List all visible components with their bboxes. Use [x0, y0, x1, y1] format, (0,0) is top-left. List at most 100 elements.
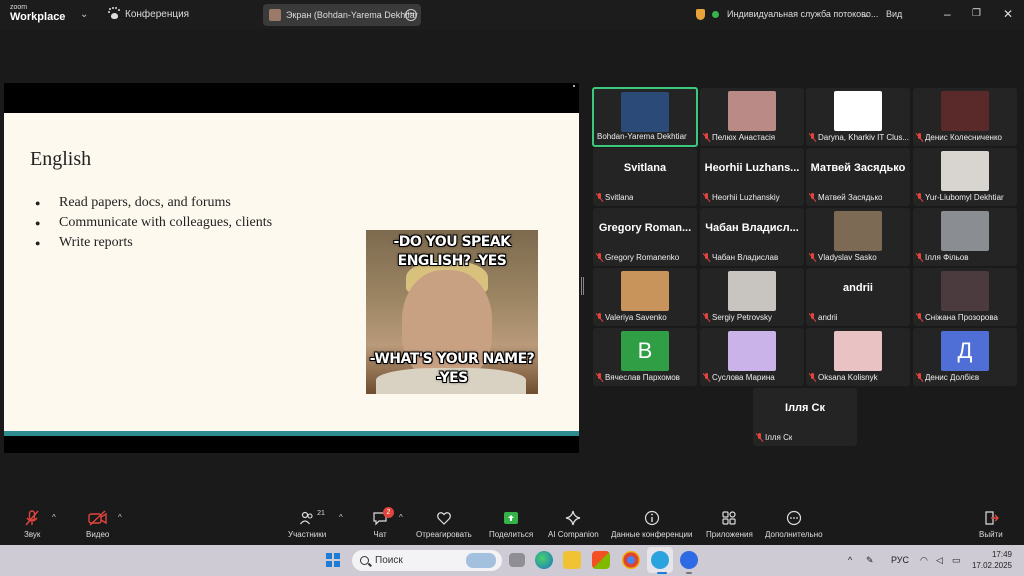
participant-tile[interactable]: Д Денис Долбієв — [913, 328, 1017, 386]
participant-tile[interactable]: Матвей Засядько Матвей Засядько — [806, 148, 910, 206]
participant-tile[interactable]: Vladyslav Sasko — [806, 208, 910, 266]
restore-icon[interactable]: ❐ — [972, 8, 981, 19]
participant-name: Valeriya Savenko — [605, 313, 667, 322]
screen-share-tab[interactable]: Экран (Bohdan-Yarema Dekhtiar ••• — [263, 4, 421, 26]
participant-name-bar: Вячеслав Пархомов — [596, 373, 680, 382]
participant-tile[interactable]: Ілля Фільов — [913, 208, 1017, 266]
mic-muted-icon — [596, 313, 603, 322]
participant-tile[interactable]: Денис Колесниченко — [913, 88, 1017, 146]
participant-video — [941, 151, 989, 191]
participant-tile[interactable]: Пелюх Анастасія — [700, 88, 804, 146]
telegram-icon[interactable] — [651, 551, 669, 569]
participant-name: Heorhii Luzhanskiy — [712, 193, 780, 202]
leave-icon — [983, 510, 999, 526]
system-clock[interactable]: 17:49 17.02.2025 — [972, 549, 1012, 571]
audio-button[interactable]: Звук — [24, 510, 40, 539]
store-icon[interactable] — [592, 551, 610, 569]
windows-taskbar: Поиск ^ ✎ РУС ◠ ◁ ▭ 17:49 17.02.2025 — [0, 545, 1024, 576]
participant-name: Gregory Romanenko — [605, 253, 680, 262]
participant-tile[interactable]: Valeriya Savenko — [593, 268, 697, 326]
leave-button[interactable]: Выйти — [979, 510, 1003, 539]
chevron-down-icon[interactable]: ⌄ — [862, 9, 870, 20]
participant-tile[interactable]: Heorhii Luzhans... Heorhii Luzhanskiy — [700, 148, 804, 206]
chevron-down-icon[interactable]: ⌄ — [80, 9, 88, 20]
participant-tile[interactable]: Bohdan-Yarema Dekhtiar — [592, 87, 698, 147]
volume-icon[interactable]: ◁ — [936, 555, 943, 566]
mic-muted-icon — [809, 313, 816, 322]
mic-muted-icon — [809, 373, 816, 382]
react-button[interactable]: Отреагировать — [416, 510, 472, 539]
zoom-app-icon[interactable] — [680, 551, 698, 569]
video-options-icon[interactable]: ^ — [118, 513, 122, 522]
meeting-info-button[interactable]: Данные конференции — [611, 510, 692, 539]
participant-tile[interactable]: Oksana Kolisnyk — [806, 328, 910, 386]
windows-start-icon[interactable] — [326, 553, 340, 567]
apps-label: Приложения — [706, 530, 753, 539]
participant-tile[interactable]: Sergiy Petrovsky — [700, 268, 804, 326]
pen-icon[interactable]: ✎ — [866, 555, 874, 566]
share-screen-button[interactable]: Поделиться — [489, 510, 533, 539]
participant-name-bar: Денис Колесниченко — [916, 133, 1002, 142]
streaming-service-label[interactable]: Индивидуальная служба потоково... — [727, 9, 878, 19]
share-corner-marker — [573, 85, 575, 87]
apps-button[interactable]: Приложения — [706, 510, 753, 539]
wifi-icon[interactable]: ◠ — [920, 555, 928, 566]
chat-label: Чат — [373, 530, 387, 539]
more-icon[interactable]: ••• — [405, 9, 417, 21]
participants-button[interactable]: 21 Участники — [288, 510, 326, 539]
participant-name-bar: Денис Долбієв — [916, 373, 979, 382]
participant-name: Денис Долбієв — [925, 373, 980, 382]
participant-name-bar: Vladyslav Sasko — [809, 253, 877, 262]
chevron-up-icon[interactable]: ^ — [848, 555, 852, 565]
battery-icon[interactable]: ▭ — [952, 555, 961, 566]
participant-display-name: Ілля Ск — [785, 402, 825, 414]
panel-splitter-handle[interactable] — [581, 277, 584, 295]
participant-name-bar: Sergiy Petrovsky — [703, 313, 772, 322]
participant-name: Svitlana — [605, 193, 634, 202]
participant-tile[interactable]: Ілля Ск Ілля Ск — [753, 388, 857, 446]
participant-display-name: Svitlana — [623, 162, 667, 174]
participant-tile[interactable]: Чабан Владисл... Чабан Владислав — [700, 208, 804, 266]
chrome-icon[interactable] — [622, 551, 640, 569]
view-menu[interactable]: Вид — [886, 9, 902, 19]
slide-footer-bar — [4, 431, 579, 436]
chat-options-icon[interactable]: ^ — [399, 513, 403, 522]
video-button[interactable]: Видео — [86, 510, 109, 539]
mic-muted-icon — [809, 133, 816, 142]
participant-tile[interactable]: Daryna, Kharkiv IT Clus... — [806, 88, 910, 146]
shield-icon[interactable] — [696, 9, 705, 20]
more-button[interactable]: Дополнительно — [765, 510, 823, 539]
task-view-icon[interactable] — [509, 553, 525, 567]
participant-tile[interactable]: Yur-Liubomyl Dekhtiar — [913, 148, 1017, 206]
mic-muted-icon — [703, 133, 710, 142]
language-indicator[interactable]: РУС — [891, 555, 909, 565]
video-label: Видео — [86, 530, 110, 539]
close-icon[interactable]: ✕ — [1003, 7, 1013, 21]
conference-menu[interactable]: Конференция — [108, 8, 189, 20]
file-explorer-icon[interactable] — [563, 551, 581, 569]
participant-tile[interactable]: Svitlana Svitlana — [593, 148, 697, 206]
participant-tile[interactable]: andrii andrii — [806, 268, 910, 326]
participant-name-bar: Heorhii Luzhanskiy — [703, 193, 780, 202]
participant-tile[interactable]: Сніжана Прозорова — [913, 268, 1017, 326]
edge-icon[interactable] — [535, 551, 553, 569]
participant-name-bar: Матвей Засядько — [809, 193, 882, 202]
clock-date: 17.02.2025 — [971, 561, 1012, 570]
participant-tile[interactable]: B Вячеслав Пархомов — [593, 328, 697, 386]
audio-options-icon[interactable]: ^ — [52, 513, 56, 522]
participant-tile[interactable]: Суслова Марина — [700, 328, 804, 386]
chat-button[interactable]: 2 Чат — [372, 507, 394, 539]
participant-name-bar: Суслова Марина — [703, 373, 775, 382]
participant-tile[interactable]: Gregory Roman... Gregory Romanenko — [593, 208, 697, 266]
more-label: Дополнительно — [765, 530, 823, 539]
zoom-window: zoom Workplace ⌄ Конференция Экран (Bohd… — [0, 0, 1024, 576]
participant-name: Ілля Фільов — [925, 253, 969, 262]
video-off-icon — [87, 510, 108, 526]
participants-options-icon[interactable]: ^ — [339, 513, 343, 522]
minimize-icon[interactable]: – — [944, 7, 951, 21]
slide-bullet: Communicate with colleagues, clients — [34, 213, 272, 233]
taskbar-search[interactable]: Поиск — [352, 550, 502, 571]
title-bar: zoom Workplace ⌄ Конференция Экран (Bohd… — [0, 0, 1024, 30]
chat-unread-badge: 2 — [383, 507, 394, 518]
ai-companion-button[interactable]: AI Companion — [548, 510, 599, 539]
